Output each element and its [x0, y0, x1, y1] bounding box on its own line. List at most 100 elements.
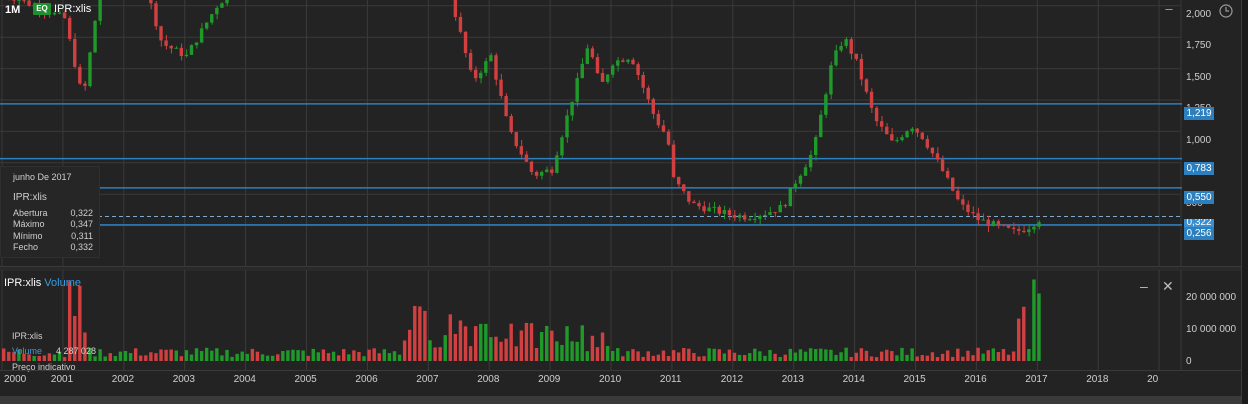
volume-bar: [372, 348, 376, 361]
x-axis-year-label: 2012: [720, 374, 744, 385]
candle-body: [798, 175, 803, 184]
volume-bar: [1022, 306, 1026, 361]
volume-bar: [545, 325, 549, 361]
minimize-button[interactable]: –: [1163, 2, 1175, 15]
volume-bar: [661, 350, 666, 361]
candle-body: [758, 215, 762, 219]
x-axis-year-label: 2010: [599, 374, 622, 385]
clock-button[interactable]: [1214, 1, 1238, 21]
volume-bar: [321, 349, 326, 361]
volume-bar: [62, 357, 67, 361]
candle-body: [83, 83, 87, 86]
volume-bar: [768, 349, 772, 361]
candle-body: [550, 169, 554, 173]
x-axis-year-label: 2007: [416, 374, 439, 385]
volume-minimize-button[interactable]: –: [1140, 278, 1148, 294]
volume-bar: [240, 351, 244, 361]
candle-body: [885, 126, 889, 135]
hline-price-badge[interactable]: 0,256: [1184, 227, 1214, 240]
timeframe-label[interactable]: 1M: [5, 4, 20, 16]
ticker-label[interactable]: IPR:xlis: [54, 3, 91, 15]
volume-bar: [930, 352, 935, 361]
x-axis-year-label: 20: [1147, 374, 1159, 385]
volume-bar: [854, 352, 858, 361]
volume-bar: [834, 354, 838, 361]
volume-bar: [235, 353, 239, 361]
volume-bar: [991, 348, 996, 361]
volume-bar: [281, 350, 285, 361]
volume-panel[interactable]: [0, 270, 1241, 370]
price-chart-panel[interactable]: [0, 0, 1241, 266]
volume-bar: [758, 351, 762, 361]
x-axis-year-label: 2014: [842, 374, 865, 385]
hline-price-badge[interactable]: 1,219: [1184, 107, 1214, 120]
candle-body: [154, 3, 158, 27]
volume-bar: [98, 349, 102, 361]
candle-body: [524, 154, 529, 162]
candle-body: [73, 38, 77, 67]
candle-body: [819, 114, 823, 138]
volume-label[interactable]: Volume: [44, 277, 81, 289]
volume-bar: [697, 356, 701, 361]
volume-bar: [113, 356, 118, 361]
volume-axis-label: 10 000 000: [1186, 324, 1237, 335]
price-chart-svg[interactable]: [0, 0, 1241, 266]
volume-bar: [260, 354, 265, 361]
candle-body: [220, 3, 224, 8]
candle-body: [930, 147, 935, 154]
candle-body: [590, 48, 595, 58]
candle-body: [484, 61, 488, 73]
candle-body: [682, 184, 686, 192]
candle-body: [22, 0, 26, 2]
candle-body: [595, 57, 600, 74]
hline-price-badge[interactable]: 0,783: [1184, 162, 1214, 175]
candle-body: [205, 22, 209, 29]
volume-bar: [712, 348, 716, 361]
volume-close-button[interactable]: ✕: [1162, 278, 1174, 295]
hline-price-badge[interactable]: 0,550: [1184, 191, 1214, 204]
volume-bar: [276, 354, 280, 361]
candle-body: [631, 59, 635, 65]
volume-bar: [839, 352, 843, 361]
x-axis-year-label: 2002: [111, 374, 135, 385]
candle-body: [981, 219, 985, 221]
volume-bar: [504, 338, 508, 361]
volume-bar: [286, 350, 290, 361]
info-label: Fecho: [13, 242, 39, 252]
info-date: junho De 2017: [13, 172, 72, 182]
volume-bar: [808, 348, 813, 361]
candle-body: [636, 64, 640, 76]
info-label: Abertura: [13, 208, 48, 218]
volume-bar: [595, 347, 600, 361]
volume-bar: [707, 348, 711, 361]
info-label: Mínimo: [13, 231, 43, 241]
volume-bar: [864, 350, 869, 361]
horizontal-scrollbar[interactable]: [0, 396, 1241, 404]
x-axis-year-label: 2001: [50, 374, 74, 385]
candle-body: [651, 99, 655, 114]
x-axis[interactable]: 2000 2001 2002 2003 2004 2005 2006 2007 2008 2009…: [0, 370, 1241, 397]
info-value: 0,347: [70, 219, 93, 229]
x-axis-year-label: 2008: [477, 374, 500, 385]
candle-body: [697, 203, 701, 207]
volume-bar: [641, 356, 645, 361]
candle-body: [966, 204, 970, 213]
candle-body: [184, 54, 189, 57]
volume-chart-svg[interactable]: [0, 270, 1241, 370]
volume-bar: [951, 356, 955, 361]
volume-bar: [448, 314, 452, 361]
volume-bar: [611, 350, 615, 361]
volume-bar: [220, 355, 224, 361]
candle-body: [961, 199, 965, 205]
candle-body: [1017, 228, 1021, 231]
volume-bar: [270, 355, 275, 361]
candle-body: [737, 215, 742, 218]
candle-body: [839, 45, 843, 51]
volume-bar: [621, 356, 625, 361]
candle-body: [27, 0, 31, 6]
volume-bar: [408, 329, 412, 361]
volume-bar: [981, 353, 985, 361]
vertical-scrollbar[interactable]: [1241, 0, 1248, 404]
candle-body: [600, 73, 605, 82]
volume-bar: [717, 349, 721, 361]
